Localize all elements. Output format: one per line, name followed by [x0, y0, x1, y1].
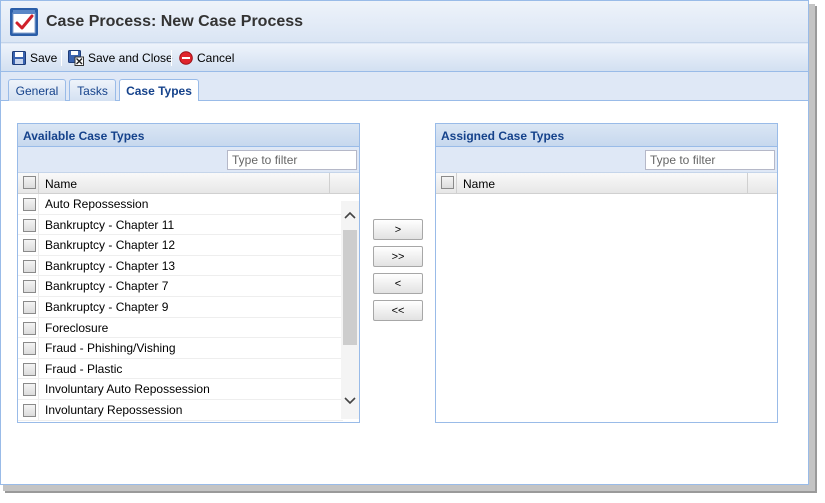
header-check-cell: [18, 173, 39, 194]
row-name: Bankruptcy - Chapter 11: [45, 217, 175, 232]
window-title: Case Process: New Case Process: [46, 13, 304, 30]
assigned-case-types-panel: Assigned Case Types Name: [435, 123, 778, 423]
select-all-checkbox[interactable]: [441, 176, 454, 189]
toolbar-separator: [171, 50, 172, 66]
column-header-spacer: [329, 173, 359, 194]
column-header-spacer: [747, 173, 777, 194]
available-case-types-panel: Available Case Types Name Auto Repossess…: [17, 123, 360, 423]
row-checkbox[interactable]: [23, 362, 36, 376]
table-row[interactable]: Involuntary Auto Repossession: [18, 379, 343, 400]
save-and-close-button[interactable]: Save and Close: [68, 49, 173, 67]
move-left-button[interactable]: <: [373, 273, 423, 294]
move-right-button[interactable]: >: [373, 219, 423, 240]
move-all-right-button[interactable]: >>: [373, 246, 423, 267]
table-row[interactable]: Auto Repossession: [18, 194, 343, 215]
row-checkbox[interactable]: [23, 218, 36, 232]
toolbar-separator: [61, 50, 62, 66]
table-row[interactable]: Fraud - Plastic: [18, 358, 343, 380]
save-close-icon: [68, 50, 84, 66]
available-scrollbar[interactable]: [341, 201, 359, 419]
scroll-down-icon[interactable]: [344, 397, 356, 405]
case-process-window: Case Process: New Case Process Save Save…: [0, 0, 809, 485]
row-name: Involuntary Repossession: [45, 402, 183, 417]
tab-tasks[interactable]: Tasks: [69, 79, 116, 101]
title-bar: Case Process: New Case Process: [1, 1, 808, 43]
row-name: Bankruptcy - Chapter 7: [45, 279, 169, 294]
row-name: Bankruptcy - Chapter 12: [45, 238, 176, 253]
table-row[interactable]: Fraud - Phishing/Vishing: [18, 338, 343, 359]
cancel-button[interactable]: Cancel: [179, 49, 234, 67]
save-label: Save: [30, 51, 58, 65]
tab-strip: General Tasks Case Types: [1, 73, 808, 102]
scroll-thumb[interactable]: [343, 230, 357, 345]
assigned-filter-bar: [436, 147, 777, 173]
row-checkbox[interactable]: [23, 403, 36, 417]
assigned-grid-header: Name: [436, 173, 777, 194]
row-name: Auto Repossession: [45, 197, 149, 211]
row-name: Foreclosure: [45, 320, 109, 335]
row-name: Bankruptcy - Chapter 9: [45, 299, 169, 314]
row-checkbox[interactable]: [23, 259, 36, 273]
table-row[interactable]: Foreclosure: [18, 317, 343, 339]
header-check-cell: [436, 173, 457, 194]
save-button[interactable]: Save: [12, 49, 57, 67]
tab-case-types[interactable]: Case Types: [119, 79, 199, 102]
available-filter-input[interactable]: [227, 150, 357, 170]
column-header-name[interactable]: Name: [45, 177, 77, 191]
available-rows: Auto Repossession Bankruptcy - Chapter 11…: [18, 194, 343, 421]
table-row[interactable]: Bankruptcy - Chapter 13: [18, 255, 343, 277]
table-row[interactable]: Bankruptcy - Chapter 9: [18, 296, 343, 318]
row-checkbox[interactable]: [23, 321, 36, 335]
row-checkbox[interactable]: [23, 198, 36, 211]
assigned-panel-title: Assigned Case Types: [436, 124, 777, 147]
scroll-up-icon[interactable]: [344, 211, 356, 219]
checklist-icon: [10, 8, 38, 36]
row-checkbox[interactable]: [23, 342, 36, 356]
row-name: Fraud - Phishing/Vishing: [45, 341, 176, 356]
move-all-left-button[interactable]: <<: [373, 300, 423, 321]
row-name: Bankruptcy - Chapter 13: [45, 258, 176, 273]
row-name: Fraud - Plastic: [45, 361, 123, 376]
select-all-checkbox[interactable]: [23, 176, 36, 189]
floppy-disk-icon: [12, 51, 26, 65]
tab-general[interactable]: General: [8, 79, 66, 101]
column-header-name[interactable]: Name: [463, 177, 495, 191]
cancel-icon: [179, 51, 193, 65]
table-row[interactable]: Bankruptcy - Chapter 11: [18, 214, 343, 236]
case-types-content: Available Case Types Name Auto Repossess…: [1, 101, 808, 484]
toolbar: Save Save and Close Cancel: [1, 44, 808, 72]
table-row[interactable]: Involuntary Repossession: [18, 399, 343, 421]
cancel-label: Cancel: [197, 51, 235, 65]
assigned-filter-input[interactable]: [645, 150, 775, 170]
row-checkbox[interactable]: [23, 300, 36, 314]
available-filter-bar: [18, 147, 359, 173]
row-checkbox[interactable]: [23, 280, 36, 294]
available-grid-header: Name: [18, 173, 359, 194]
table-row[interactable]: Bankruptcy - Chapter 7: [18, 276, 343, 297]
save-and-close-label: Save and Close: [88, 51, 173, 65]
row-name: Involuntary Auto Repossession: [45, 382, 210, 397]
row-checkbox[interactable]: [23, 383, 36, 397]
row-checkbox[interactable]: [23, 239, 36, 253]
available-panel-title: Available Case Types: [18, 124, 359, 147]
table-row[interactable]: Bankruptcy - Chapter 12: [18, 235, 343, 256]
